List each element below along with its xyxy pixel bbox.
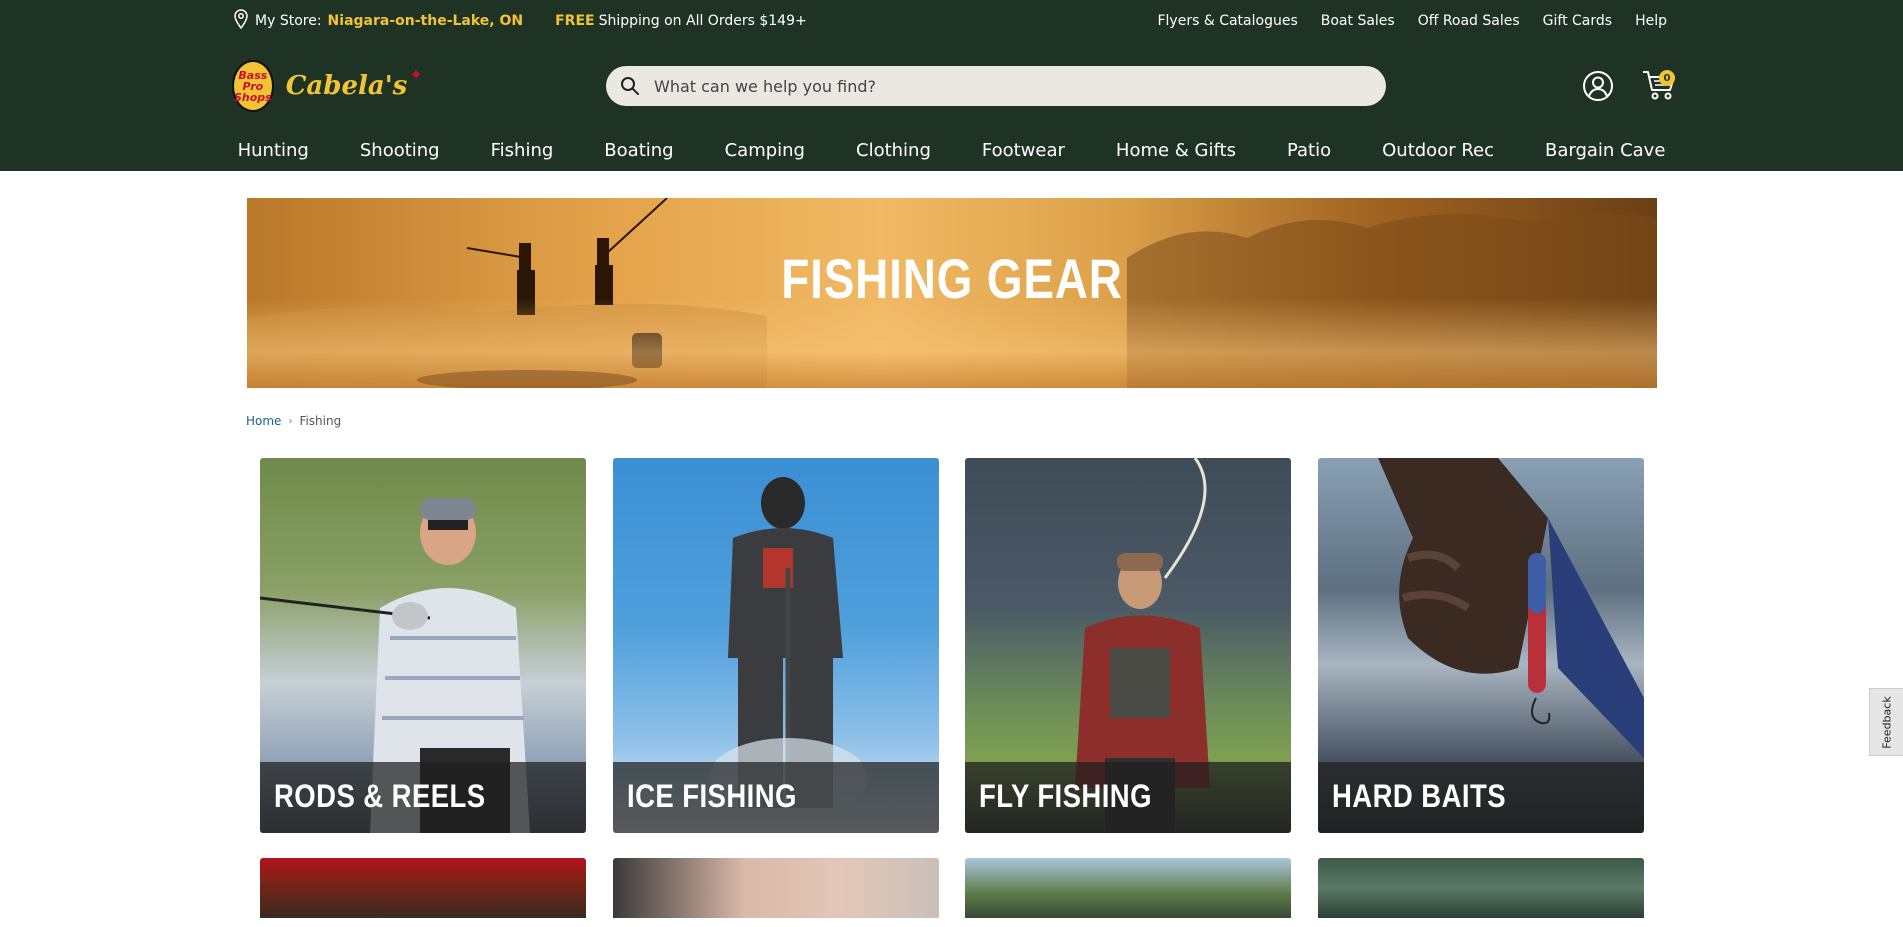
tile-label: HARD BAITS — [1332, 778, 1507, 814]
utility-bar: My Store: Niagara-on-the-Lake, ON FREE Sh… — [233, 8, 1667, 34]
site-logo[interactable]: Bass Pro Shops Cabela's ✦ — [232, 60, 423, 112]
nav-home-gifts[interactable]: Home & Gifts — [1090, 136, 1261, 166]
promo-free-label: FREE — [555, 13, 595, 29]
nav-bargain-cave[interactable]: Bargain Cave — [1520, 136, 1691, 166]
category-tile-ice-fishing[interactable]: ICE FISHING — [613, 458, 939, 833]
logo-primary-text: Bass Pro Shops — [234, 68, 272, 104]
breadcrumb: Home › Fishing — [246, 414, 341, 428]
category-tile-hard-baits[interactable]: HARD BAITS — [1318, 458, 1644, 833]
hero-mist — [247, 298, 1657, 388]
tile-label: ICE FISHING — [627, 778, 797, 814]
link-gift-cards[interactable]: Gift Cards — [1543, 13, 1612, 29]
category-tile-rods-reels[interactable]: RODS & REELS — [260, 458, 586, 833]
store-name-link[interactable]: Niagara-on-the-Lake, ON — [328, 13, 524, 29]
feedback-tab[interactable]: Feedback — [1869, 688, 1903, 756]
link-help[interactable]: Help — [1635, 13, 1667, 29]
search-bar[interactable] — [606, 66, 1386, 106]
site-header: My Store: Niagara-on-the-Lake, ON FREE Sh… — [0, 0, 1903, 171]
category-tile-fly-fishing[interactable]: FLY FISHING — [965, 458, 1291, 833]
breadcrumb-current: Fishing — [299, 414, 342, 428]
store-label: My Store: — [255, 13, 322, 29]
chevron-right-icon: › — [288, 415, 293, 427]
location-pin-icon — [233, 9, 249, 33]
promo-text: Shipping on All Orders $149+ — [598, 13, 807, 29]
category-tile-partial[interactable] — [1318, 858, 1644, 918]
my-store[interactable]: My Store: Niagara-on-the-Lake, ON — [233, 9, 523, 33]
nav-outdoor-rec[interactable]: Outdoor Rec — [1357, 136, 1520, 166]
search-icon[interactable] — [620, 76, 640, 96]
nav-fishing[interactable]: Fishing — [465, 136, 579, 166]
cabelas-logo: Cabela's — [285, 71, 408, 101]
feedback-label: Feedback — [1880, 695, 1894, 749]
nav-footwear[interactable]: Footwear — [956, 136, 1090, 166]
search-input[interactable] — [652, 75, 1336, 97]
utility-links: Flyers & Catalogues Boat Sales Off Road … — [1157, 13, 1667, 29]
nav-hunting[interactable]: Hunting — [212, 136, 334, 166]
nav-shooting[interactable]: Shooting — [334, 136, 465, 166]
nav-patio[interactable]: Patio — [1261, 136, 1356, 166]
link-boat-sales[interactable]: Boat Sales — [1321, 13, 1395, 29]
tile-label: RODS & REELS — [274, 778, 486, 814]
tile-label-bar: ICE FISHING — [613, 762, 939, 833]
category-tile-partial[interactable] — [260, 858, 586, 918]
nav-clothing[interactable]: Clothing — [831, 136, 957, 166]
tile-label-bar: RODS & REELS — [260, 762, 586, 833]
bass-pro-shops-logo: Bass Pro Shops — [232, 60, 274, 112]
maple-leaf-icon: ✦ — [409, 64, 423, 84]
category-tile-partial[interactable] — [613, 858, 939, 918]
link-flyers-catalogues[interactable]: Flyers & Catalogues — [1157, 13, 1297, 29]
link-off-road-sales[interactable]: Off Road Sales — [1418, 13, 1520, 29]
tile-label-bar: HARD BAITS — [1318, 762, 1644, 833]
account-icon[interactable] — [1582, 70, 1614, 102]
hero-banner: FISHING GEAR — [247, 198, 1657, 388]
nav-camping[interactable]: Camping — [699, 136, 830, 166]
cart-count-badge: 0 — [1659, 70, 1675, 86]
breadcrumb-home-link[interactable]: Home — [246, 414, 281, 428]
tile-label: FLY FISHING — [979, 778, 1152, 814]
page-title: FISHING GEAR — [781, 247, 1123, 310]
category-tile-partial[interactable] — [965, 858, 1291, 918]
nav-boating[interactable]: Boating — [579, 136, 699, 166]
shipping-promo: FREE Shipping on All Orders $149+ — [555, 13, 807, 29]
main-nav: Hunting Shooting Fishing Boating Camping… — [0, 136, 1903, 166]
tile-label-bar: FLY FISHING — [965, 762, 1291, 833]
